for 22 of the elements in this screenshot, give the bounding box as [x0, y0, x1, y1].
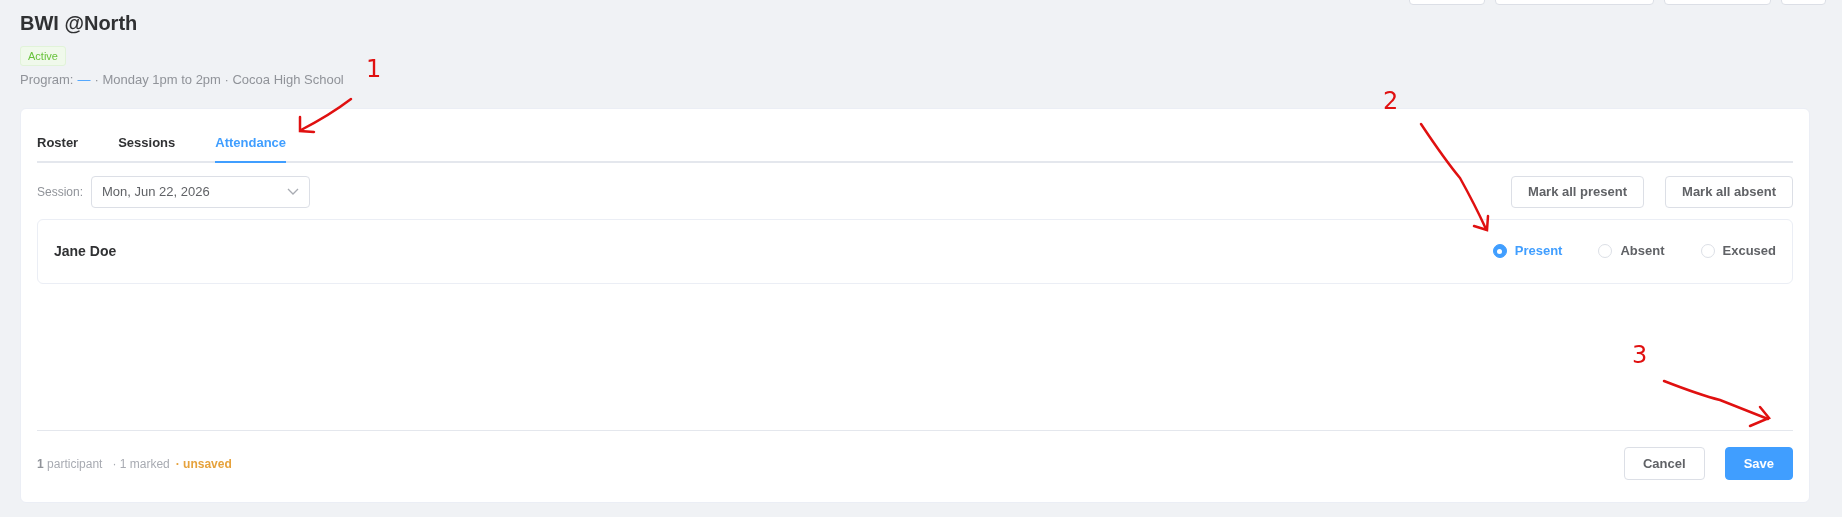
attendance-radio[interactable]: Absent	[1598, 241, 1665, 261]
program-details: · Monday 1pm to 2pm · Cocoa High School	[94, 71, 344, 89]
program-label: Program:	[20, 71, 74, 89]
unsaved-status: · unsaved	[175, 455, 232, 473]
annotation-number: 2	[1383, 88, 1399, 114]
session-select[interactable]: Mon, Jun 22, 2026	[91, 175, 311, 208]
annotation-number: 1	[366, 56, 382, 82]
cancel-button[interactable]: Cancel	[1624, 447, 1705, 480]
tab[interactable]: Sessions	[118, 133, 176, 163]
page-title: BWI @North	[20, 11, 139, 36]
status-tag: Active	[20, 46, 66, 66]
session-label: Session:	[37, 183, 84, 201]
participant-name: Jane Doe	[54, 241, 117, 261]
chevron-down-icon	[287, 187, 300, 196]
annotation-arrow	[298, 97, 353, 134]
attendance-radio[interactable]: Excused	[1700, 241, 1776, 261]
bulk-action-button[interactable]: Mark all present	[1511, 175, 1645, 208]
participant-count: 1 participant	[37, 455, 103, 473]
marked-count: · 1 marked	[112, 455, 170, 473]
tab[interactable]: Roster	[37, 133, 79, 163]
annotation-number: 3	[1632, 342, 1648, 368]
bulk-action-button[interactable]: Mark all absent	[1665, 175, 1793, 208]
